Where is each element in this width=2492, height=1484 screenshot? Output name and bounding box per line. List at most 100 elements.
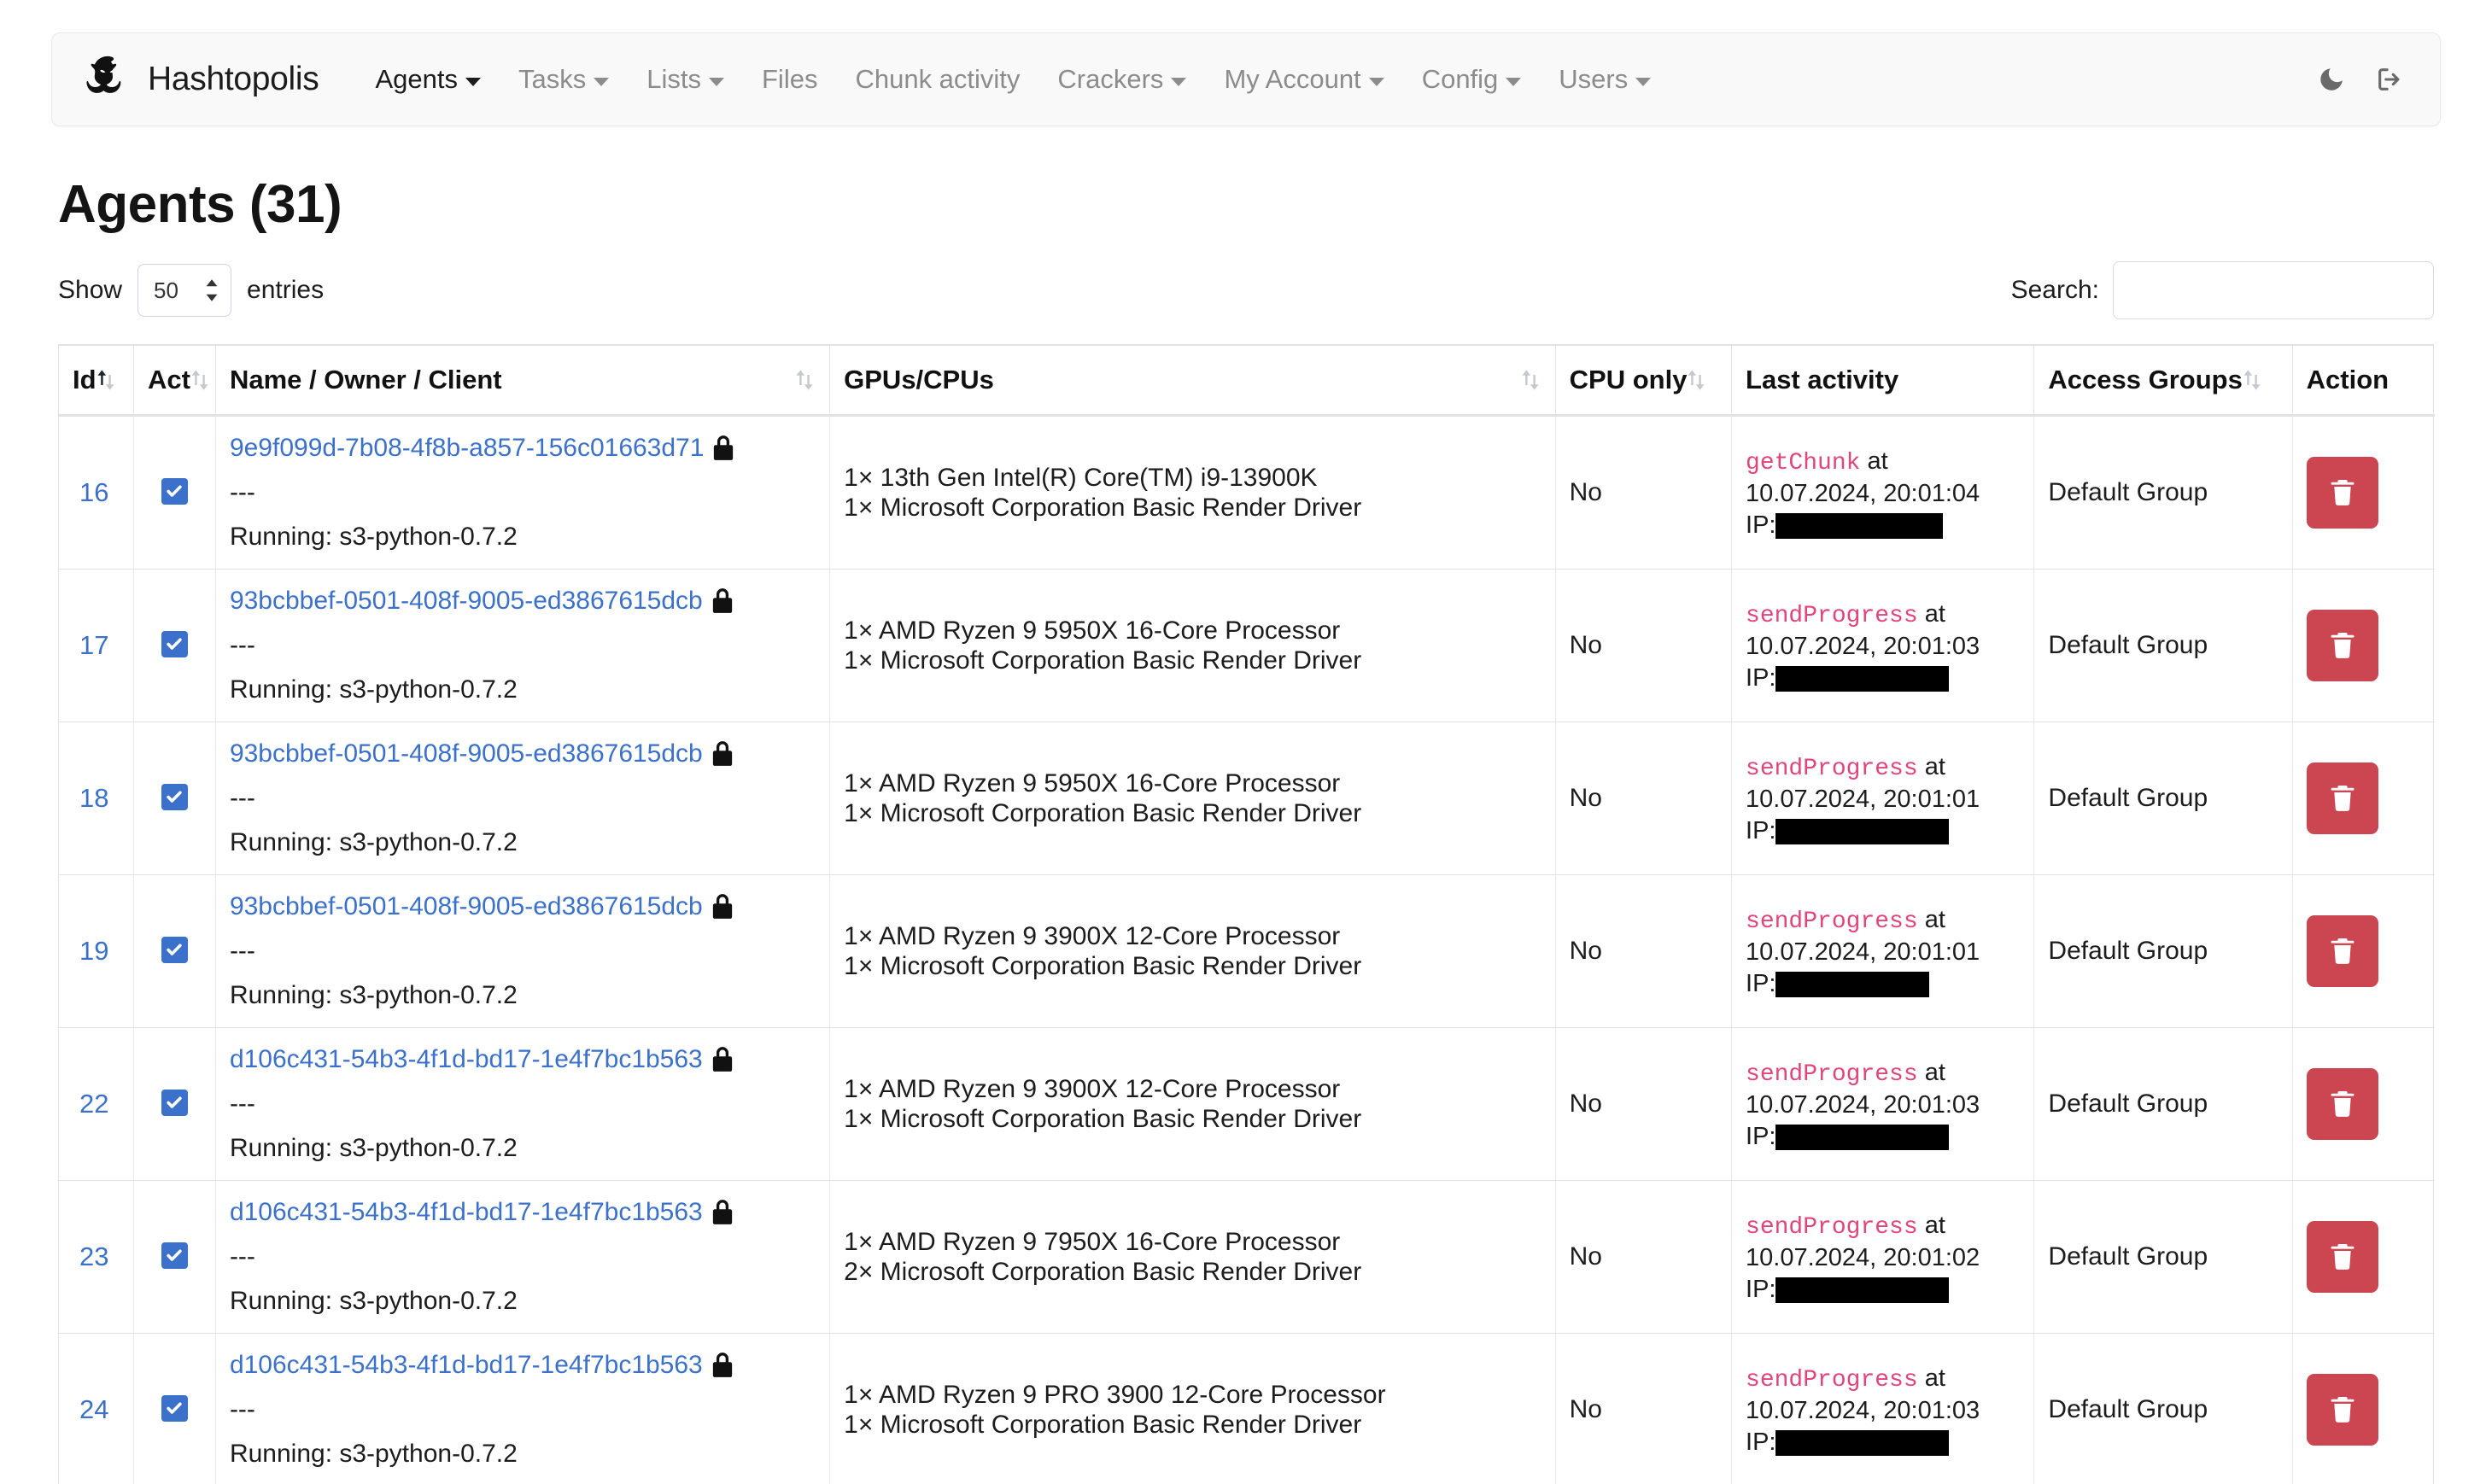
delete-agent-button[interactable] (2306, 1374, 2378, 1446)
cell-name: 93bcbbef-0501-408f-9005-ed3867615dcb --- R… (215, 569, 831, 722)
cell-id[interactable]: 23 (59, 1180, 135, 1334)
agents-table-head: Id Act Name / Owner / Client GPUs/CPUs C… (59, 346, 2435, 417)
delete-agent-button[interactable] (2306, 915, 2378, 987)
activity-ip: IP: (1746, 511, 2020, 540)
activity-function: sendProgress (1746, 908, 1918, 935)
cell-cpu-only: No (1555, 1333, 1733, 1484)
agent-owner: --- (229, 1090, 255, 1118)
agent-active-checkbox[interactable] (161, 1242, 188, 1269)
agent-active-checkbox[interactable] (161, 1394, 188, 1422)
cell-id[interactable]: 19 (59, 874, 135, 1028)
column-header-access-groups[interactable]: Access Groups (2033, 346, 2293, 417)
cell-id[interactable]: 22 (59, 1027, 135, 1181)
cell-access-group: Default Group (2033, 1027, 2293, 1181)
agent-name-link[interactable]: d106c431-54b3-4f1d-bd17-1e4f7bc1b563 (230, 1198, 703, 1227)
cell-name: 93bcbbef-0501-408f-9005-ed3867615dcb --- R… (215, 722, 831, 875)
agents-table-wrapper: Id Act Name / Owner / Client GPUs/CPUs C… (58, 344, 2435, 1484)
nav-item-files[interactable]: Files (743, 64, 836, 95)
nav-item-chunk-activity[interactable]: Chunk activity (836, 64, 1038, 95)
agent-name-link[interactable]: 93bcbbef-0501-408f-9005-ed3867615dcb (230, 587, 703, 616)
brand-label: Hashtopolis (148, 61, 319, 97)
check-icon (167, 791, 183, 803)
delete-agent-button[interactable] (2306, 1068, 2378, 1140)
page-length-select[interactable]: 102550100 (137, 264, 232, 317)
agent-name-link[interactable]: 93bcbbef-0501-408f-9005-ed3867615dcb (230, 892, 703, 921)
activity-function: sendProgress (1746, 1060, 1918, 1088)
cell-cpu-only: No (1555, 722, 1733, 875)
delete-agent-button[interactable] (2306, 610, 2378, 681)
cell-last-activity: sendProgress at 10.07.2024, 20:01:03 IP: (1731, 1027, 2035, 1181)
cell-action (2292, 722, 2435, 875)
column-header-name[interactable]: Name / Owner / Client (215, 346, 831, 417)
gpu-line: 1× Microsoft Corporation Basic Render Dr… (844, 1411, 1362, 1439)
agent-client: Running: s3-python-0.7.2 (229, 1440, 518, 1468)
cell-gpus: 1× AMD Ryzen 9 5950X 16-Core Processor 1×… (829, 569, 1556, 722)
nav-item-agents[interactable]: Agents (356, 64, 500, 95)
ip-label: IP: (1746, 1276, 1776, 1304)
agent-active-checkbox[interactable] (161, 1089, 188, 1116)
trash-icon (2331, 1090, 2355, 1117)
cell-cpu-only: No (1555, 569, 1733, 722)
cell-id[interactable]: 18 (59, 722, 135, 875)
column-header-action: Action (2292, 346, 2435, 417)
column-header-act[interactable]: Act (133, 346, 216, 417)
agent-name-link[interactable]: 9e9f099d-7b08-4f8b-a857-156c01663d71 (230, 434, 704, 463)
activity-timestamp: 10.07.2024, 20:01:04 (1746, 480, 1980, 508)
ip-label: IP: (1746, 817, 1776, 845)
column-header-act-label: Act (148, 365, 190, 394)
search-input[interactable] (2113, 261, 2434, 319)
gpu-line: 1× Microsoft Corporation Basic Render Dr… (844, 494, 1362, 522)
nav-item-users-label: Users (1559, 64, 1629, 94)
agent-name-link[interactable]: d106c431-54b3-4f1d-bd17-1e4f7bc1b563 (230, 1045, 703, 1074)
lock-icon (712, 741, 732, 766)
cell-id[interactable]: 16 (59, 415, 135, 570)
agent-active-checkbox[interactable] (161, 783, 188, 810)
sort-none-icon (2243, 370, 2261, 390)
nav-item-tasks[interactable]: Tasks (500, 64, 628, 95)
trash-icon (2331, 1396, 2355, 1423)
logout-icon[interactable] (2375, 65, 2404, 94)
agent-active-checkbox[interactable] (161, 936, 188, 963)
delete-agent-button[interactable] (2306, 1221, 2378, 1293)
column-header-id-label: Id (73, 365, 97, 394)
ip-label: IP: (1746, 664, 1776, 692)
gpu-line: 1× Microsoft Corporation Basic Render Dr… (844, 952, 1362, 980)
sort-asc-icon (97, 370, 114, 390)
nav-item-config[interactable]: Config (1403, 64, 1541, 95)
agent-owner: --- (229, 478, 255, 506)
cell-name: 93bcbbef-0501-408f-9005-ed3867615dcb --- R… (215, 874, 831, 1028)
agent-client: Running: s3-python-0.7.2 (229, 675, 518, 704)
cell-id[interactable]: 17 (59, 569, 135, 722)
agent-active-checkbox[interactable] (161, 477, 188, 505)
nav-item-crackers[interactable]: Crackers (1038, 64, 1205, 95)
delete-agent-button[interactable] (2306, 762, 2378, 834)
gpu-line: 1× 13th Gen Intel(R) Core(TM) i9-13900K (844, 463, 1318, 492)
cell-cpu-only: No (1555, 415, 1733, 570)
gpu-line: 1× Microsoft Corporation Basic Render Dr… (844, 799, 1362, 827)
check-icon (167, 1249, 183, 1261)
brand[interactable]: Hashtopolis (81, 53, 319, 106)
agent-name-link[interactable]: d106c431-54b3-4f1d-bd17-1e4f7bc1b563 (230, 1351, 703, 1380)
delete-agent-button[interactable] (2306, 457, 2378, 529)
nav-item-my-account[interactable]: My Account (1205, 64, 1402, 95)
cell-gpus: 1× AMD Ryzen 9 5950X 16-Core Processor 1×… (829, 722, 1556, 875)
nav-item-users[interactable]: Users (1540, 64, 1670, 95)
cell-last-activity: sendProgress at 10.07.2024, 20:01:01 IP: (1731, 722, 2035, 875)
cell-id[interactable]: 24 (59, 1333, 135, 1484)
table-row: 24 d106c431-54b3-4f1d-bd17-1e4f7bc1b563 --… (59, 1333, 2435, 1484)
column-header-id[interactable]: Id (59, 346, 135, 417)
column-header-gpus-label: GPUs/CPUs (844, 365, 994, 394)
agents-table: Id Act Name / Owner / Client GPUs/CPUs C… (59, 346, 2435, 1484)
activity-at: at (1924, 1364, 1945, 1392)
column-header-cpu-only[interactable]: CPU only (1555, 346, 1733, 417)
agent-active-checkbox[interactable] (161, 630, 188, 657)
cell-access-group: Default Group (2033, 415, 2293, 570)
table-row: 19 93bcbbef-0501-408f-9005-ed3867615dcb --… (59, 874, 2435, 1028)
agent-name-link[interactable]: 93bcbbef-0501-408f-9005-ed3867615dcb (230, 739, 703, 768)
column-header-gpus[interactable]: GPUs/CPUs (829, 346, 1556, 417)
moon-icon[interactable] (2317, 65, 2346, 94)
agent-client: Running: s3-python-0.7.2 (229, 1134, 518, 1162)
nav-item-lists[interactable]: Lists (628, 64, 743, 95)
activity-timestamp: 10.07.2024, 20:01:03 (1746, 1091, 1980, 1119)
activity-at: at (1924, 752, 1945, 780)
